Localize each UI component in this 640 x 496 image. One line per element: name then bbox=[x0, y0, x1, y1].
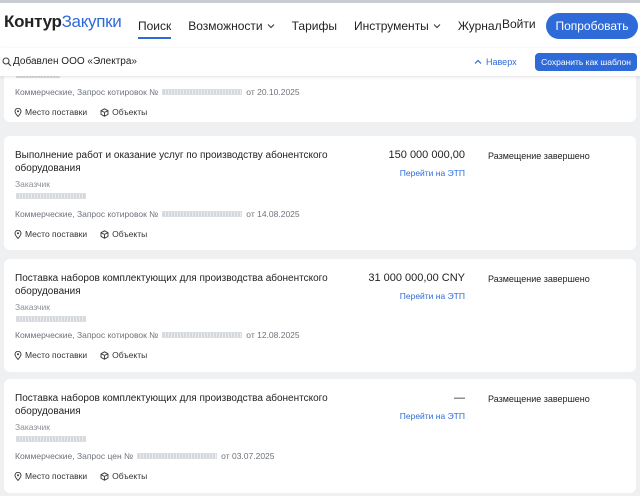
results-list: Коммерческие, Запрос котировок № от 20.1… bbox=[0, 76, 640, 496]
map-pin-icon bbox=[14, 471, 22, 481]
nav-journal[interactable]: Журнал bbox=[458, 3, 502, 48]
box-icon bbox=[100, 350, 109, 360]
objects-link[interactable]: Объекты bbox=[100, 350, 147, 360]
redacted-number bbox=[162, 332, 243, 338]
redacted-text bbox=[16, 76, 60, 78]
map-pin-icon bbox=[14, 107, 22, 117]
scroll-top-link[interactable]: Наверх bbox=[474, 57, 517, 67]
logo[interactable]: КонтурЗакупки bbox=[4, 12, 122, 32]
chevron-up-icon bbox=[474, 59, 482, 64]
redacted-customer bbox=[16, 193, 86, 199]
card-links: Место поставки Объекты bbox=[14, 471, 160, 481]
login-link[interactable]: Войти bbox=[502, 17, 536, 31]
delivery-place-link[interactable]: Место поставки bbox=[14, 229, 87, 239]
result-card-partial: Коммерческие, Запрос котировок № от 20.1… bbox=[4, 76, 636, 122]
etp-link[interactable]: Перейти на ЭТП bbox=[400, 291, 465, 301]
objects-link[interactable]: Объекты bbox=[100, 471, 147, 481]
tender-price: 150 000 000,00 bbox=[388, 149, 465, 161]
try-button[interactable]: Попробовать bbox=[546, 13, 638, 39]
redacted-customer bbox=[16, 316, 86, 322]
etp-link[interactable]: Перейти на ЭТП bbox=[400, 168, 465, 178]
nav-tools[interactable]: Инструменты bbox=[354, 3, 441, 48]
customer-label: Заказчик bbox=[15, 302, 50, 312]
card-links: Место поставки Объекты bbox=[14, 107, 160, 117]
map-pin-icon bbox=[14, 350, 22, 360]
status-text: Размещение завершено bbox=[488, 151, 590, 161]
save-template-button[interactable]: Сохранить как шаблон bbox=[535, 53, 637, 71]
card-links: Место поставки Объекты bbox=[14, 350, 160, 360]
map-pin-icon bbox=[14, 229, 22, 239]
result-card[interactable]: Поставка наборов комплектующих для произ… bbox=[4, 379, 636, 493]
customer-label: Заказчик bbox=[15, 422, 50, 432]
nav-features[interactable]: Возможности bbox=[188, 3, 275, 48]
tender-title[interactable]: Поставка наборов комплектующих для произ… bbox=[15, 392, 335, 418]
customer-label: Заказчик bbox=[15, 179, 50, 189]
etp-link[interactable]: Перейти на ЭТП bbox=[400, 411, 465, 421]
card-meta: Коммерческие, Запрос котировок № от 20.1… bbox=[15, 87, 300, 97]
site-header: КонтурЗакупки Поиск Возможности Тарифы И… bbox=[0, 3, 640, 48]
tender-title[interactable]: Поставка наборов комплектующих для произ… bbox=[15, 272, 335, 298]
delivery-place-link[interactable]: Место поставки bbox=[14, 350, 87, 360]
redacted-customer bbox=[16, 436, 86, 442]
card-meta: Коммерческие, Запрос цен № от 03.07.2025 bbox=[15, 451, 275, 461]
tender-price: — bbox=[454, 392, 465, 404]
box-icon bbox=[100, 471, 109, 481]
status-text: Размещение завершено bbox=[488, 394, 590, 404]
redacted-number bbox=[162, 89, 243, 95]
nav-pricing[interactable]: Тарифы bbox=[292, 3, 337, 48]
chevron-down-icon bbox=[433, 23, 441, 28]
nav-search[interactable]: Поиск bbox=[138, 3, 172, 48]
search-icon bbox=[2, 57, 12, 67]
objects-link[interactable]: Объекты bbox=[100, 229, 147, 239]
search-query-text[interactable]: Добавлен ООО «Электра» bbox=[13, 56, 137, 67]
status-text: Размещение завершено bbox=[488, 274, 590, 284]
redacted-number bbox=[162, 211, 243, 217]
result-card[interactable]: Поставка наборов комплектующих для произ… bbox=[4, 259, 636, 372]
delivery-place-link[interactable]: Место поставки bbox=[14, 107, 87, 117]
box-icon bbox=[100, 107, 109, 117]
tender-title[interactable]: Выполнение работ и оказание услуг по про… bbox=[15, 149, 335, 175]
search-toolbar: Добавлен ООО «Электра» Наверх Сохранить … bbox=[0, 48, 640, 76]
result-card[interactable]: Выполнение работ и оказание услуг по про… bbox=[4, 136, 636, 250]
delivery-place-link[interactable]: Место поставки bbox=[14, 471, 87, 481]
main-nav: Поиск Возможности Тарифы Инструменты Жур… bbox=[138, 3, 519, 48]
box-icon bbox=[100, 229, 109, 239]
chevron-down-icon bbox=[267, 23, 275, 28]
tender-price: 31 000 000,00 CNY bbox=[368, 272, 465, 284]
card-links: Место поставки Объекты bbox=[14, 229, 160, 239]
objects-link[interactable]: Объекты bbox=[100, 107, 147, 117]
card-meta: Коммерческие, Запрос котировок № от 14.0… bbox=[15, 209, 300, 219]
redacted-number bbox=[137, 453, 218, 459]
card-meta: Коммерческие, Запрос котировок № от 12.0… bbox=[15, 330, 300, 340]
